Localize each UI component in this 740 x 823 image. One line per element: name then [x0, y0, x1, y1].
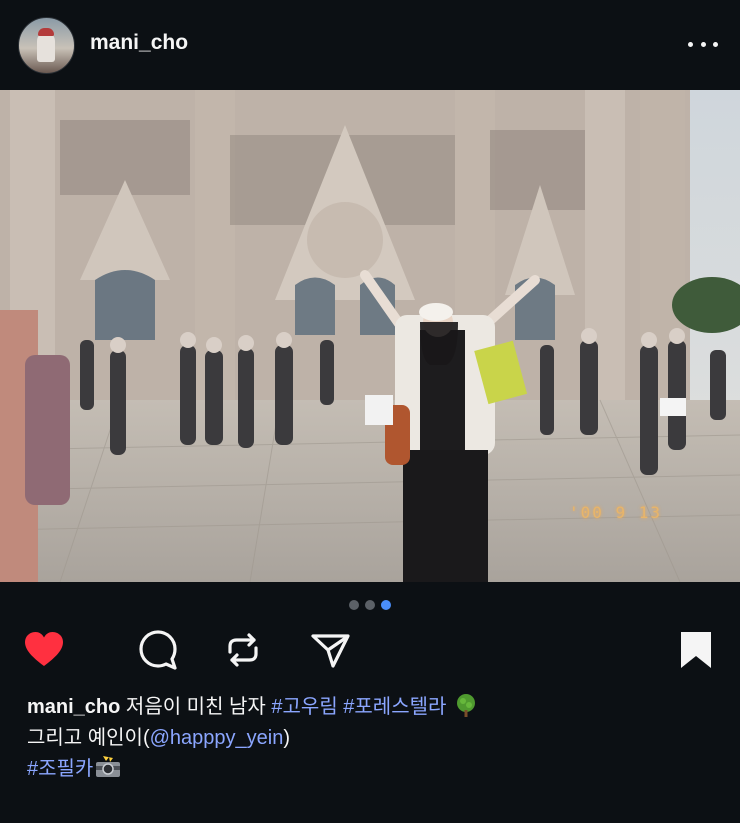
caption-text: 그리고 예인이(	[27, 727, 150, 749]
photo-date-stamp: '00 9 13	[568, 503, 662, 522]
caption-line-2: 그리고 예인이(@happpy_yein)	[27, 723, 717, 754]
repost-icon[interactable]	[221, 628, 265, 672]
carousel-dot	[365, 600, 375, 610]
caption-line-3: #조필카	[27, 754, 717, 785]
post-header: mani_cho	[0, 0, 740, 90]
post-username[interactable]: mani_cho	[90, 31, 188, 55]
carousel-dot-active	[381, 600, 391, 610]
send-icon[interactable]	[308, 628, 352, 672]
bookmark-icon[interactable]	[674, 628, 718, 672]
comment-icon[interactable]	[136, 628, 180, 672]
caption-username[interactable]: mani_cho	[27, 696, 120, 718]
hashtag-link[interactable]: #조필카	[27, 758, 93, 780]
camera-flash-emoji-icon	[95, 756, 121, 778]
caption-text: 저음이 미친 남자	[120, 696, 272, 718]
more-icon[interactable]	[688, 34, 718, 54]
hashtag-link[interactable]: #포레스텔라	[343, 696, 446, 718]
hashtag-link[interactable]: #고우림	[271, 696, 337, 718]
carousel-dot	[349, 600, 359, 610]
post-caption: mani_cho 저음이 미친 남자 #고우림 #포레스텔라 그리고 예인이(@…	[27, 692, 717, 785]
tree-emoji-icon	[454, 693, 478, 717]
caption-line-1: mani_cho 저음이 미친 남자 #고우림 #포레스텔라	[27, 692, 717, 723]
caption-text: )	[283, 727, 291, 749]
mention-link[interactable]: @happpy_yein	[150, 727, 284, 749]
post-photo[interactable]: '00 9 13	[0, 90, 740, 582]
carousel-indicator	[0, 600, 740, 614]
action-bar	[0, 628, 740, 684]
avatar-figure	[37, 32, 55, 62]
avatar[interactable]	[18, 17, 75, 74]
avatar-hat	[38, 28, 54, 36]
heart-icon[interactable]	[22, 628, 66, 672]
